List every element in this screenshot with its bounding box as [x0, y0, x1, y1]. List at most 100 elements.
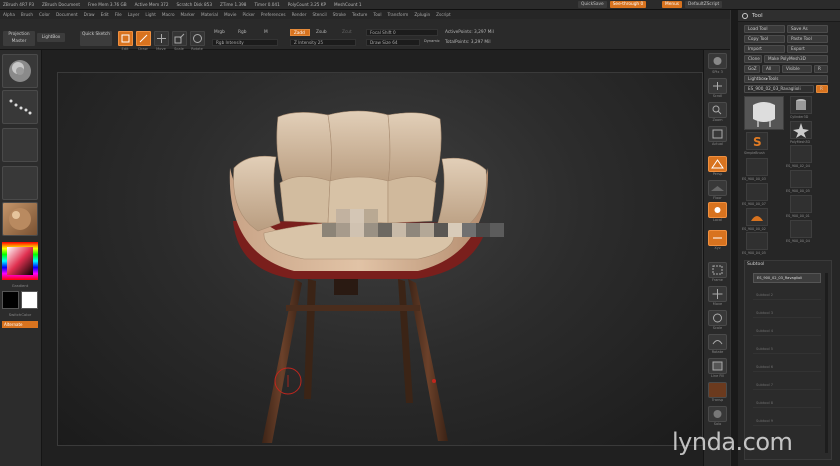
- es-tool-d[interactable]: [746, 183, 768, 201]
- lightbox-tools-button[interactable]: Lightbox▸Tools: [744, 75, 828, 83]
- es-tool-g[interactable]: [790, 220, 812, 238]
- projection-master-button[interactable]: Projection Master: [3, 31, 35, 46]
- stroke-thumbnail[interactable]: [2, 90, 38, 124]
- alternate-button[interactable]: Alternate: [2, 321, 38, 328]
- floor-button[interactable]: [708, 180, 727, 196]
- persp-button[interactable]: [708, 156, 727, 172]
- menu-draw[interactable]: Draw: [84, 12, 95, 17]
- subtool-slot-3[interactable]: Subtool 3: [753, 309, 821, 318]
- es-tool-c[interactable]: [790, 170, 812, 188]
- subtool-slot-7[interactable]: Subtool 7: [753, 381, 821, 390]
- menu-transform[interactable]: Transform: [387, 12, 408, 17]
- local-button[interactable]: [708, 202, 727, 218]
- default-zscript-button[interactable]: DefaultZScript: [685, 1, 723, 8]
- scroll-button[interactable]: [708, 78, 727, 94]
- make-polymesh-button[interactable]: Make PolyMesh3D: [764, 55, 828, 63]
- subtool-title[interactable]: Subtool: [747, 262, 764, 267]
- subtool-slot-6[interactable]: Subtool 6: [753, 363, 821, 372]
- frame-button[interactable]: [708, 262, 727, 278]
- menu-movie[interactable]: Movie: [224, 12, 236, 17]
- menu-render[interactable]: Render: [292, 12, 307, 17]
- draw-size-slider[interactable]: Draw Size 64: [366, 39, 420, 46]
- viewport-canvas[interactable]: [57, 72, 703, 446]
- bpr-button[interactable]: [708, 53, 727, 69]
- texture-thumbnail[interactable]: [2, 166, 38, 200]
- subtool-slot-9[interactable]: Subtool 9: [753, 417, 821, 426]
- scale-view-button[interactable]: [708, 310, 727, 326]
- menu-marker[interactable]: Marker: [181, 12, 195, 17]
- subtool-slot-8[interactable]: Subtool 8: [753, 399, 821, 408]
- xyz-button[interactable]: [708, 230, 727, 246]
- cylinder-tool[interactable]: [790, 96, 812, 114]
- scale-tool[interactable]: [172, 31, 187, 46]
- menu-brush[interactable]: Brush: [21, 12, 33, 17]
- menu-material[interactable]: Material: [201, 12, 218, 17]
- simplebrush-tool[interactable]: S: [746, 132, 768, 150]
- edit-tool[interactable]: [118, 31, 133, 46]
- polymesh-tool[interactable]: [790, 121, 812, 139]
- current-tool-r-button[interactable]: R: [816, 85, 828, 93]
- menu-edit[interactable]: Edit: [101, 12, 109, 17]
- move-tool[interactable]: [154, 31, 169, 46]
- secondary-color-swatch[interactable]: [21, 291, 38, 309]
- menus-button[interactable]: Menus: [662, 1, 683, 8]
- menu-picker[interactable]: Picker: [242, 12, 254, 17]
- visible-button[interactable]: Visible: [782, 65, 812, 73]
- mrgb-toggle[interactable]: Mrgb: [214, 30, 225, 35]
- rotate-view-button[interactable]: [708, 334, 727, 350]
- subtool-slot-2[interactable]: Subtool 2: [753, 291, 821, 300]
- z-intensity-slider[interactable]: Z Intensity 25: [290, 39, 356, 46]
- es-tool-f[interactable]: [746, 208, 768, 226]
- rgb-toggle[interactable]: Rgb: [238, 30, 246, 35]
- es-tool-b[interactable]: [746, 158, 768, 176]
- import-button[interactable]: Import: [744, 45, 785, 53]
- color-picker[interactable]: [2, 242, 38, 280]
- rotate-tool[interactable]: [190, 31, 205, 46]
- ghost-button[interactable]: [708, 406, 727, 422]
- all-button[interactable]: All: [762, 65, 780, 73]
- paste-tool-button[interactable]: Paste Tool: [787, 35, 828, 43]
- dynamic-toggle[interactable]: Dynamic: [424, 39, 440, 43]
- goz-button[interactable]: GoZ: [744, 65, 760, 73]
- clone-button[interactable]: Clone: [744, 55, 762, 63]
- copy-tool-button[interactable]: Copy Tool: [744, 35, 785, 43]
- menu-preferences[interactable]: Preferences: [261, 12, 286, 17]
- load-tool-button[interactable]: Load Tool: [744, 25, 785, 33]
- r-button[interactable]: R: [814, 65, 828, 73]
- quicksave-button[interactable]: QuickSave: [578, 1, 607, 8]
- menu-alpha[interactable]: Alpha: [3, 12, 15, 17]
- es-tool-a[interactable]: [790, 145, 812, 163]
- switch-color-button[interactable]: SwitchColor: [2, 312, 38, 317]
- subtool-slot-4[interactable]: Subtool 4: [753, 327, 821, 336]
- menu-stencil[interactable]: Stencil: [312, 12, 326, 17]
- brush-thumbnail[interactable]: [2, 54, 38, 88]
- menu-texture[interactable]: Texture: [352, 12, 367, 17]
- line-fill-button[interactable]: [708, 358, 727, 374]
- tray-separator[interactable]: [730, 10, 738, 466]
- zcut-button[interactable]: Zcut: [342, 30, 352, 35]
- save-as-button[interactable]: Save As: [787, 25, 828, 33]
- lightbox-button[interactable]: LightBox: [37, 33, 65, 42]
- draw-tool[interactable]: [136, 31, 151, 46]
- see-through-slider[interactable]: See-through 0: [609, 1, 647, 8]
- menu-zplugin[interactable]: Zplugin: [414, 12, 430, 17]
- zsub-button[interactable]: Zsub: [316, 30, 327, 35]
- zadd-button[interactable]: Zadd: [290, 29, 310, 36]
- current-tool-thumb[interactable]: [744, 96, 784, 130]
- primary-color-swatch[interactable]: [2, 291, 19, 309]
- quick-sketch-button[interactable]: Quick Sketch: [80, 31, 112, 46]
- es-tool-e[interactable]: [790, 195, 812, 213]
- alpha-thumbnail[interactable]: [2, 128, 38, 162]
- actual-button[interactable]: [708, 126, 727, 142]
- focal-shift-slider[interactable]: Focal Shift 0: [366, 29, 438, 36]
- menu-light[interactable]: Light: [145, 12, 155, 17]
- transp-button[interactable]: [708, 382, 727, 398]
- menu-macro[interactable]: Macro: [162, 12, 175, 17]
- menu-color[interactable]: Color: [39, 12, 50, 17]
- zoom-button[interactable]: [708, 102, 727, 118]
- subtool-scrollbar[interactable]: [825, 273, 828, 453]
- menu-layer[interactable]: Layer: [128, 12, 140, 17]
- export-button[interactable]: Export: [787, 45, 828, 53]
- gradient-label[interactable]: Gradient: [2, 283, 38, 288]
- menu-tool[interactable]: Tool: [373, 12, 381, 17]
